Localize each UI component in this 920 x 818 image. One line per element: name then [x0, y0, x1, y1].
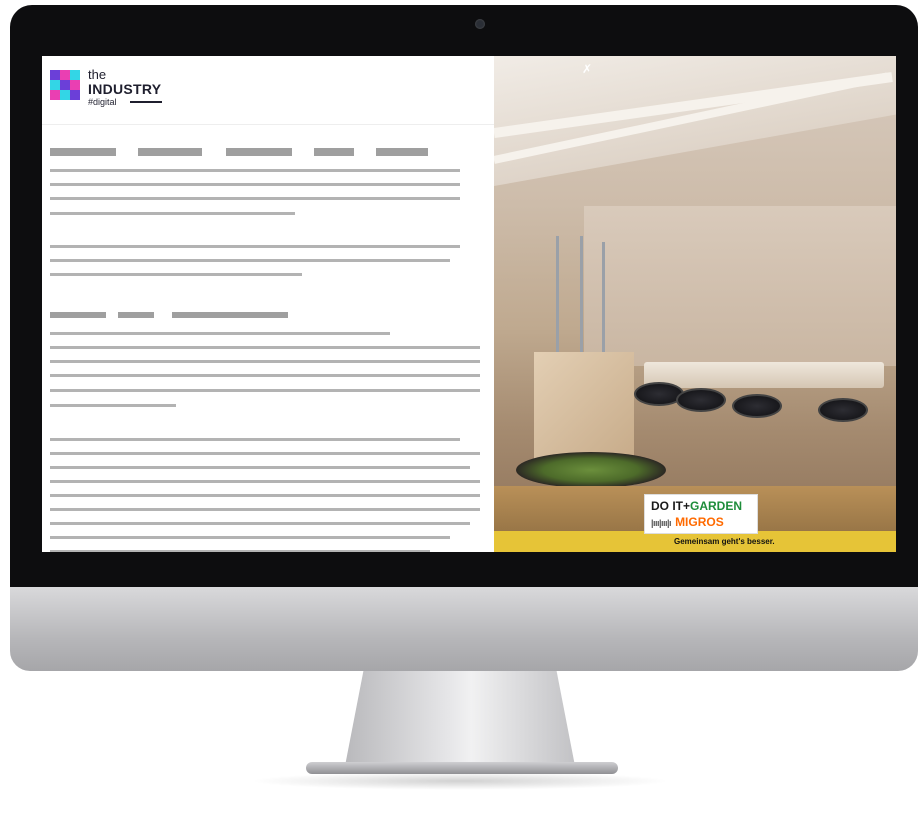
text-line-placeholder — [50, 346, 480, 349]
video-cup — [676, 388, 726, 412]
text-line-placeholder — [50, 374, 480, 377]
sponsor-doit: DO IT — [651, 499, 683, 513]
camera-icon — [475, 19, 485, 29]
sponsor-plus: + — [683, 499, 691, 513]
text-line-placeholder — [50, 536, 450, 539]
logo-mark-icon — [50, 70, 80, 100]
subheading-placeholder — [50, 312, 106, 318]
muted-speaker-icon[interactable]: ✗ — [580, 62, 594, 76]
text-line-placeholder — [50, 360, 480, 363]
nav-item-placeholder[interactable] — [50, 148, 116, 156]
text-line-placeholder — [50, 169, 460, 172]
text-line-placeholder — [50, 183, 460, 186]
text-line-placeholder — [50, 480, 480, 483]
article-page: the INDUSTRY #digital — [42, 56, 494, 552]
video-cup — [818, 398, 868, 422]
sponsor-line2: |ııı|ııı|ı MIGROS — [651, 515, 724, 529]
nav-item-placeholder[interactable] — [314, 148, 354, 156]
text-line-placeholder — [50, 438, 460, 441]
text-line-placeholder — [50, 522, 470, 525]
header-divider — [42, 124, 494, 125]
logo-industry: INDUSTRY — [88, 81, 162, 97]
monitor-base — [306, 762, 618, 774]
text-line-placeholder — [50, 259, 450, 262]
monitor-stand — [345, 671, 575, 766]
text-line-placeholder — [50, 245, 460, 248]
video-ad[interactable]: ✗ DO IT+GARDEN |ııı|ııı|ı MIGROS Gemeinsa… — [494, 56, 896, 552]
video-rod — [556, 236, 559, 356]
sponsor-ruler: |ııı|ııı|ı — [651, 518, 672, 528]
text-line-placeholder — [50, 332, 390, 335]
video-rail — [644, 362, 884, 388]
logo-the: the — [88, 67, 107, 82]
sponsor-logo[interactable]: DO IT+GARDEN |ııı|ııı|ı MIGROS — [644, 494, 758, 534]
text-line-placeholder — [50, 197, 460, 200]
nav-item-placeholder[interactable] — [138, 148, 202, 156]
text-line-placeholder — [50, 494, 480, 497]
video-pan — [516, 452, 666, 488]
nav-item-placeholder[interactable] — [226, 148, 292, 156]
monitor-chin — [10, 587, 918, 671]
text-line-placeholder — [50, 452, 480, 455]
sponsor-migros: MIGROS — [675, 515, 724, 529]
site-logo[interactable]: the INDUSTRY #digital — [50, 67, 170, 110]
text-line-placeholder — [50, 212, 295, 215]
sponsor-line1: DO IT+GARDEN — [651, 499, 742, 513]
text-line-placeholder — [50, 404, 176, 407]
stand-shadow — [250, 772, 670, 790]
video-cup — [732, 394, 782, 418]
sponsor-garden: GARDEN — [690, 499, 743, 513]
text-line-placeholder — [50, 389, 480, 392]
text-line-placeholder — [50, 550, 430, 552]
text-line-placeholder — [50, 273, 302, 276]
subheading-placeholder — [172, 312, 288, 318]
video-wall — [584, 206, 896, 366]
nav-item-placeholder[interactable] — [376, 148, 428, 156]
logo-underline — [130, 101, 162, 103]
video-board — [534, 352, 634, 462]
video-rod — [580, 236, 583, 356]
text-line-placeholder — [50, 466, 470, 469]
video-rod — [602, 242, 605, 356]
text-line-placeholder — [50, 508, 480, 511]
screen: the INDUSTRY #digital ✗ DO IT+GARDEN |ıı… — [42, 56, 896, 552]
subheading-placeholder — [118, 312, 154, 318]
sponsor-slogan: Gemeinsam geht's besser. — [674, 537, 775, 546]
